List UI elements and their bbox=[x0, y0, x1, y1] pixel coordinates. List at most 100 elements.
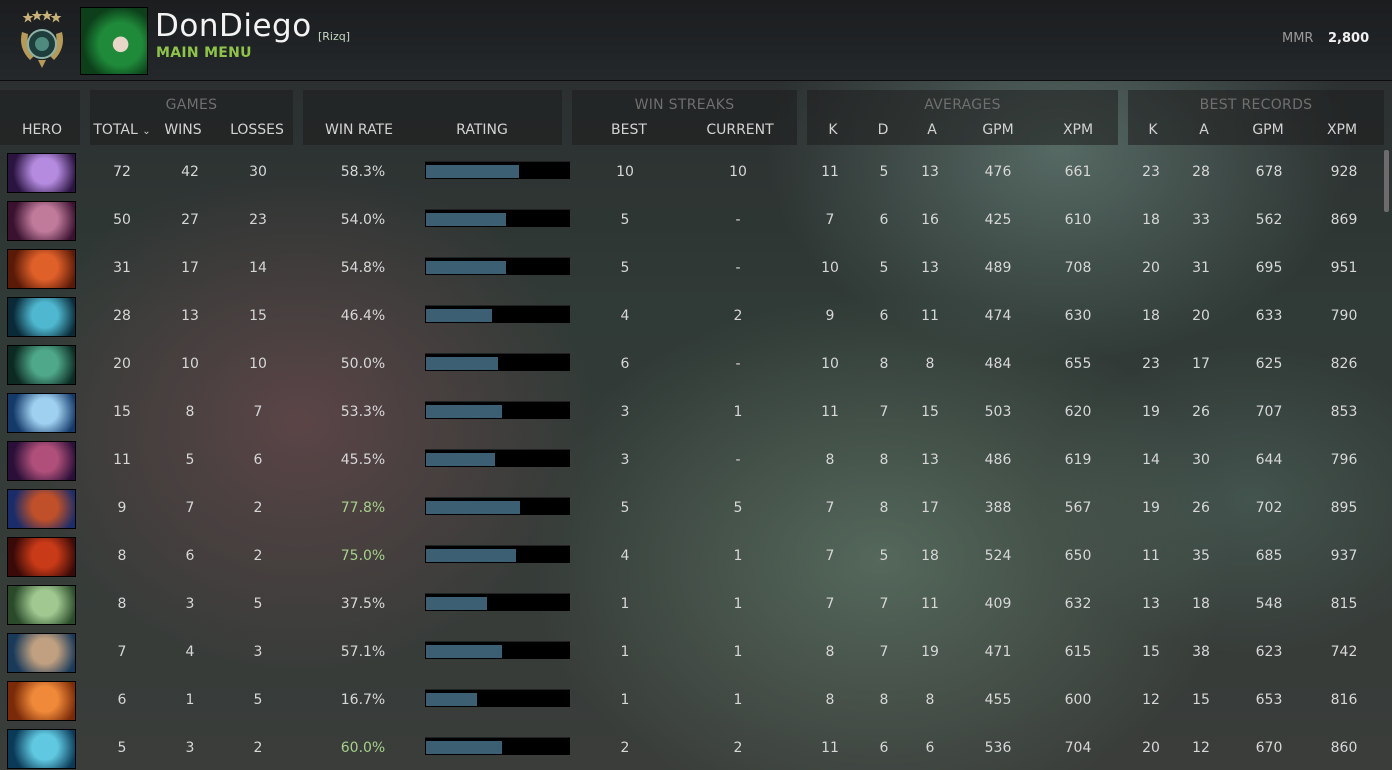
best-assists-cell: 38 bbox=[1192, 644, 1210, 660]
rating-bar-fill bbox=[426, 357, 498, 370]
avg-assists-cell: 18 bbox=[921, 548, 939, 564]
wins-cell: 10 bbox=[181, 356, 199, 372]
main-menu-link[interactable]: MAIN MENU bbox=[156, 45, 252, 61]
best-gpm-cell: 685 bbox=[1255, 548, 1283, 564]
column-wins[interactable]: WINS bbox=[160, 122, 206, 138]
avg-xpm-cell: 619 bbox=[1064, 452, 1092, 468]
avg-assists-cell: 13 bbox=[921, 452, 939, 468]
column-best-xpm[interactable]: XPM bbox=[1318, 122, 1366, 138]
column-win-rate[interactable]: WIN RATE bbox=[320, 122, 398, 138]
current-streak-cell: - bbox=[735, 356, 741, 372]
avg-gpm-cell: 489 bbox=[984, 260, 1012, 276]
best-xpm-cell: 816 bbox=[1330, 692, 1358, 708]
best-kills-cell: 14 bbox=[1142, 452, 1160, 468]
best-assists-cell: 35 bbox=[1192, 548, 1210, 564]
rating-bar-fill bbox=[426, 213, 506, 226]
current-streak-cell: 1 bbox=[733, 692, 743, 708]
avg-gpm-cell: 503 bbox=[984, 404, 1012, 420]
column-avg-kills[interactable]: K bbox=[818, 122, 848, 138]
rating-bar bbox=[425, 305, 570, 323]
column-current-streak[interactable]: CURRENT bbox=[698, 122, 782, 138]
games-group-title: GAMES bbox=[165, 97, 218, 113]
avg-gpm-cell: 476 bbox=[984, 164, 1012, 180]
hero-portrait[interactable] bbox=[7, 489, 76, 529]
best-gpm-cell: 625 bbox=[1255, 356, 1283, 372]
best-gpm-cell: 702 bbox=[1255, 500, 1283, 516]
player-avatar[interactable] bbox=[80, 7, 148, 75]
hero-portrait[interactable] bbox=[7, 249, 76, 289]
avg-deaths-cell: 7 bbox=[879, 644, 889, 660]
hero-portrait[interactable] bbox=[7, 393, 76, 433]
hero-portrait[interactable] bbox=[7, 681, 76, 721]
chevron-down-icon: ⌄ bbox=[142, 126, 151, 137]
best-gpm-cell: 670 bbox=[1255, 740, 1283, 756]
win-rate-cell: 54.0% bbox=[340, 212, 386, 228]
avg-deaths-cell: 8 bbox=[879, 500, 889, 516]
current-streak-cell: 1 bbox=[733, 548, 743, 564]
losses-cell: 2 bbox=[253, 548, 263, 564]
avg-gpm-cell: 524 bbox=[984, 548, 1012, 564]
best-xpm-cell: 860 bbox=[1330, 740, 1358, 756]
column-avg-assists[interactable]: A bbox=[917, 122, 947, 138]
column-avg-xpm[interactable]: XPM bbox=[1054, 122, 1102, 138]
avg-xpm-cell: 630 bbox=[1064, 308, 1092, 324]
wins-cell: 3 bbox=[185, 596, 195, 612]
hero-portrait[interactable] bbox=[7, 633, 76, 673]
losses-cell: 5 bbox=[253, 596, 263, 612]
hero-portrait[interactable] bbox=[7, 345, 76, 385]
best-streak-cell: 1 bbox=[620, 596, 630, 612]
avg-assists-cell: 11 bbox=[921, 308, 939, 324]
column-hero[interactable]: HERO bbox=[0, 122, 84, 138]
mmr-label: MMR bbox=[1282, 31, 1314, 46]
avg-xpm-cell: 704 bbox=[1064, 740, 1092, 756]
best-assists-cell: 17 bbox=[1192, 356, 1210, 372]
avg-assists-cell: 13 bbox=[921, 260, 939, 276]
column-avg-gpm[interactable]: GPM bbox=[974, 122, 1022, 138]
column-best-kills[interactable]: K bbox=[1138, 122, 1168, 138]
total-cell: 72 bbox=[113, 164, 131, 180]
avg-deaths-cell: 5 bbox=[879, 260, 889, 276]
column-best-streak[interactable]: BEST bbox=[600, 122, 658, 138]
best-xpm-cell: 951 bbox=[1330, 260, 1358, 276]
hero-portrait[interactable] bbox=[7, 201, 76, 241]
best-assists-cell: 12 bbox=[1192, 740, 1210, 756]
avg-kills-cell: 10 bbox=[821, 260, 839, 276]
hero-portrait[interactable] bbox=[7, 729, 76, 769]
avg-assists-cell: 19 bbox=[921, 644, 939, 660]
win-rate-cell: 58.3% bbox=[340, 164, 386, 180]
player-name: DonDiego bbox=[155, 8, 312, 44]
hero-portrait[interactable] bbox=[7, 585, 76, 625]
best-gpm-cell: 548 bbox=[1255, 596, 1283, 612]
best-assists-cell: 15 bbox=[1192, 692, 1210, 708]
column-best-assists[interactable]: A bbox=[1189, 122, 1219, 138]
avg-xpm-cell: 620 bbox=[1064, 404, 1092, 420]
avg-xpm-cell: 655 bbox=[1064, 356, 1092, 372]
best-kills-cell: 19 bbox=[1142, 500, 1160, 516]
avg-deaths-cell: 7 bbox=[879, 596, 889, 612]
losses-cell: 14 bbox=[249, 260, 267, 276]
column-total[interactable]: TOTAL ⌄ bbox=[92, 122, 152, 138]
avg-assists-cell: 17 bbox=[921, 500, 939, 516]
rating-bar-fill bbox=[426, 165, 519, 178]
avg-xpm-cell: 708 bbox=[1064, 260, 1092, 276]
best-kills-cell: 19 bbox=[1142, 404, 1160, 420]
column-best-gpm[interactable]: GPM bbox=[1244, 122, 1292, 138]
hero-portrait[interactable] bbox=[7, 153, 76, 193]
hero-portrait[interactable] bbox=[7, 441, 76, 481]
scrollbar-thumb[interactable] bbox=[1384, 150, 1389, 212]
best-kills-cell: 18 bbox=[1142, 212, 1160, 228]
column-rating[interactable]: RATING bbox=[440, 122, 524, 138]
hero-portrait[interactable] bbox=[7, 537, 76, 577]
mmr-value: 2,800 bbox=[1328, 31, 1370, 46]
best-assists-cell: 31 bbox=[1192, 260, 1210, 276]
avg-xpm-cell: 632 bbox=[1064, 596, 1092, 612]
total-cell: 7 bbox=[117, 644, 127, 660]
best-xpm-cell: 826 bbox=[1330, 356, 1358, 372]
hero-portrait[interactable] bbox=[7, 297, 76, 337]
avg-kills-cell: 11 bbox=[821, 740, 839, 756]
wins-cell: 6 bbox=[185, 548, 195, 564]
avg-kills-cell: 11 bbox=[821, 404, 839, 420]
column-losses[interactable]: LOSSES bbox=[226, 122, 288, 138]
column-avg-deaths[interactable]: D bbox=[868, 122, 898, 138]
avg-gpm-cell: 484 bbox=[984, 356, 1012, 372]
